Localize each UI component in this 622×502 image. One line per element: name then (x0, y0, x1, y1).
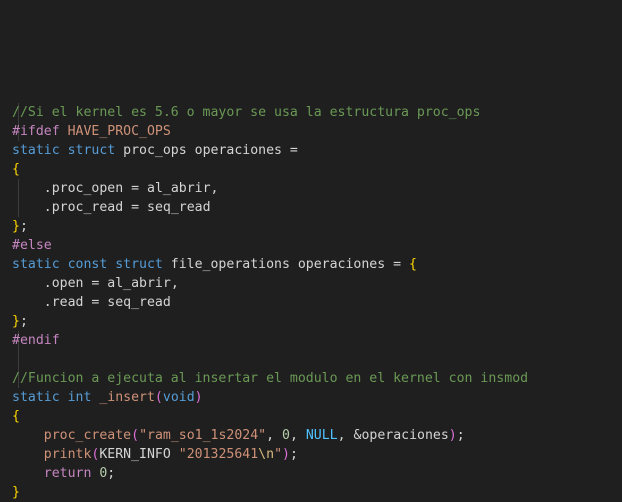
code-token: , (210, 181, 219, 196)
code-line[interactable]: proc_create("ram_so1_1s2024", 0, NULL, &… (12, 426, 528, 445)
code-token: = (91, 295, 108, 310)
code-line[interactable]: .proc_read = seq_read (12, 198, 528, 217)
code-token: const (67, 257, 116, 272)
code-token: operaciones (194, 143, 290, 158)
code-token: { (12, 409, 20, 424)
code-text-area[interactable]: //Si el kernel es 5.6 o mayor se usa la … (12, 8, 528, 502)
code-token: _insert (99, 390, 155, 405)
code-token: , (337, 428, 354, 443)
code-token: , (266, 428, 282, 443)
code-token: printk (43, 447, 92, 462)
code-token: ; (289, 447, 298, 462)
code-token: ( (154, 390, 163, 405)
code-token: HAVE_PROC_OPS (67, 124, 171, 139)
code-token: static (12, 257, 68, 272)
code-line[interactable] (12, 350, 528, 369)
code-token: KERN_INFO (99, 447, 179, 462)
code-token: void (162, 390, 195, 405)
code-token: . (12, 200, 52, 215)
code-line[interactable]: printk(KERN_INFO "201325641\n"); (12, 445, 528, 464)
code-token: = (131, 200, 147, 215)
code-token: { (12, 162, 20, 177)
code-token: } (12, 485, 20, 500)
code-token: proc_read (51, 200, 132, 215)
code-line[interactable]: }; (12, 217, 528, 236)
code-token: = (393, 257, 410, 272)
code-token: . (12, 181, 52, 196)
code-token: . (12, 295, 52, 310)
code-token: static (12, 390, 68, 405)
code-token: "ram_so1_1s2024" (139, 428, 267, 443)
code-token: al_abrir (107, 276, 171, 291)
code-line[interactable]: { (12, 407, 528, 426)
code-token: file_operations (170, 257, 298, 272)
code-token: operaciones (361, 428, 449, 443)
code-token: proc_create (43, 428, 132, 443)
code-token: static (12, 143, 68, 158)
code-token: //Si el kernel es 5.6 o mayor se usa la … (12, 105, 481, 120)
code-line[interactable]: //Si el kernel es 5.6 o mayor se usa la … (12, 103, 528, 122)
code-token: & (353, 428, 362, 443)
code-token: operaciones (297, 257, 394, 272)
code-token: ; (19, 219, 28, 234)
code-token: , (170, 276, 179, 291)
code-token: #ifdef (12, 124, 68, 139)
code-line[interactable]: static const struct file_operations oper… (12, 255, 528, 274)
code-token: return (43, 466, 100, 481)
code-token: ; (19, 314, 28, 329)
code-token: = (289, 143, 298, 158)
code-token: #endif (12, 333, 60, 348)
code-token: //Funcion a ejecuta al insertar el modul… (12, 371, 529, 386)
code-token: seq_read (107, 295, 171, 310)
code-token: . (12, 276, 52, 291)
code-token: ) (194, 390, 203, 405)
code-token: = (91, 276, 108, 291)
code-line[interactable]: //Funcion a ejecuta al insertar el modul… (12, 369, 528, 388)
code-line[interactable]: #else (12, 236, 528, 255)
code-token: " (274, 447, 283, 462)
code-token: proc_open (51, 181, 132, 196)
code-token: 0 (282, 428, 290, 443)
code-line[interactable]: } (12, 483, 528, 502)
code-line[interactable]: return 0; (12, 464, 528, 483)
code-line[interactable]: }; (12, 312, 528, 331)
code-token: struct (115, 257, 171, 272)
code-token: NULL (305, 428, 338, 443)
code-token: , (289, 428, 306, 443)
code-token: { (409, 257, 417, 272)
code-token: ; (456, 428, 465, 443)
code-editor[interactable]: //Si el kernel es 5.6 o mayor se usa la … (0, 0, 622, 500)
code-token: ) (282, 447, 290, 462)
code-token: 0 (99, 466, 108, 481)
code-token: struct (67, 143, 124, 158)
code-line[interactable]: #ifdef HAVE_PROC_OPS (12, 122, 528, 141)
code-token: ; (107, 466, 116, 481)
code-token: ( (91, 447, 100, 462)
code-line[interactable]: #endif (12, 331, 528, 350)
code-token: \n (258, 447, 275, 462)
code-token: "201325641 (178, 447, 259, 462)
code-line[interactable]: .proc_open = al_abrir, (12, 179, 528, 198)
code-token: al_abrir (147, 181, 211, 196)
code-token: = (131, 181, 147, 196)
code-line[interactable]: static int _insert(void) (12, 388, 528, 407)
code-token: ( (131, 428, 140, 443)
code-token: } (12, 314, 20, 329)
code-token: } (12, 219, 20, 234)
code-token: #else (12, 238, 52, 253)
code-token: open (51, 276, 92, 291)
code-token: ) (448, 428, 457, 443)
code-line[interactable]: { (12, 160, 528, 179)
code-token: proc_ops (123, 143, 195, 158)
code-line[interactable]: .open = al_abrir, (12, 274, 528, 293)
code-token: read (51, 295, 92, 310)
code-line[interactable]: static struct proc_ops operaciones = (12, 141, 528, 160)
code-token: int (67, 390, 100, 405)
code-token: seq_read (147, 200, 211, 215)
code-line[interactable]: .read = seq_read (12, 293, 528, 312)
